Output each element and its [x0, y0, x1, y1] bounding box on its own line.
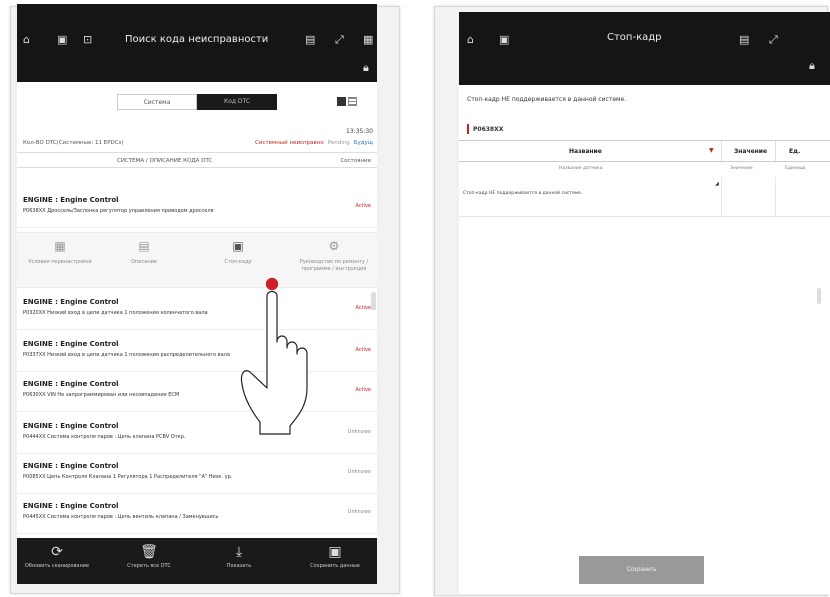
wifi-icon[interactable]: ▤ — [305, 34, 315, 46]
car-icon[interactable]: ⊡ — [83, 34, 92, 46]
dtc-system: ENGINE : Engine Control — [23, 502, 119, 510]
dtc-status: Active — [355, 203, 371, 209]
not-supported-message: Стоп-кадр НЕ поддерживается в данной сис… — [467, 96, 627, 103]
dtc-system: ENGINE : Engine Control — [23, 298, 119, 306]
page-title: Стоп-кадр — [607, 32, 662, 43]
legend-active: Системный неисправно — [255, 140, 324, 146]
dtc-status: Unknown — [347, 429, 371, 435]
vci-icon[interactable]: ▣ — [57, 34, 67, 46]
dtc-section-label: P0638XX — [467, 124, 503, 134]
fullscreen-icon[interactable]: ⤢ — [335, 34, 344, 46]
refresh-icon: ⟳ — [51, 544, 63, 560]
legend-pending: Pending — [327, 140, 350, 146]
column-divider — [721, 141, 722, 161]
bottom-toolbar: ⟳ Обновить сканирование 🗑︎ Стереть все D… — [17, 538, 377, 584]
dtc-row[interactable]: ENGINE : Engine Control P0445XX Система … — [17, 502, 377, 534]
dtc-system: ENGINE : Engine Control — [23, 380, 119, 388]
calendar-icon: ▦ — [54, 239, 66, 253]
vci-icon[interactable]: ▣ — [499, 34, 509, 46]
dtc-system: ENGINE : Engine Control — [23, 422, 119, 430]
gear-icon: ⚙ — [328, 239, 340, 253]
lock-icon[interactable]: 🔒︎ — [363, 62, 369, 74]
wifi-icon[interactable]: ▤ — [739, 34, 749, 46]
column-header-desc: СИСТЕМА / ОПИСАНИЕ КОДА DTC — [117, 158, 213, 164]
column-divider — [775, 141, 776, 161]
document-icon: ▤ — [138, 239, 150, 253]
view-toggle — [337, 97, 357, 106]
grid-header: Название ▼ Значение Ед. — [459, 140, 830, 162]
dtc-description: P0630XX VIN Не запрограммирован или несо… — [23, 392, 180, 398]
legend-future: Будущ — [353, 140, 373, 146]
description-button[interactable]: ▤ Описание — [101, 239, 187, 266]
download-icon: ⤓ — [235, 544, 243, 560]
rescan-button[interactable]: ⟳ Обновить сканирование — [21, 544, 93, 569]
reset-conditions-button[interactable]: ▦ Условия перенастройки — [17, 239, 103, 266]
subheader-name: Название датчика — [559, 166, 603, 171]
mode-tabs: Система Код DTC — [117, 94, 277, 110]
save-data-button[interactable]: ▣ Сохранить данные — [299, 544, 371, 569]
sort-down-icon[interactable]: ▼ — [709, 147, 714, 154]
dtc-status: Active — [355, 305, 371, 311]
show-button[interactable]: ⤓ Показать — [203, 544, 275, 569]
dtc-system: ENGINE : Engine Control — [23, 196, 119, 204]
dtc-description: P0444XX Система контроля паров : Цепь кл… — [23, 434, 186, 440]
freeze-frame-icon: ▣ — [232, 239, 244, 253]
save-icon: ▣ — [328, 544, 342, 560]
dtc-status: Active — [355, 347, 371, 353]
section-code: P0638XX — [473, 125, 504, 133]
dtc-description: P0638XX Дроссель/Заслонка регулятор упра… — [23, 208, 214, 214]
lock-icon[interactable]: 🔒︎ — [809, 60, 815, 72]
header-value[interactable]: Значение — [734, 148, 767, 155]
page-title: Поиск кода неисправности — [125, 34, 269, 45]
header-name[interactable]: Название — [569, 148, 602, 155]
repair-manual-button[interactable]: ⚙ Руководство по ремонту / программе / и… — [291, 239, 377, 273]
status-legend: Системный неисправно Pending Будущ — [255, 140, 373, 146]
dtc-description: P0320XX Низкий вход в цепи датчика 1 пол… — [23, 310, 208, 316]
column-header: СИСТЕМА / ОПИСАНИЕ КОДА DTC Состояние — [17, 152, 377, 168]
save-button[interactable]: Сохранить — [579, 556, 704, 584]
header-unit[interactable]: Ед. — [789, 148, 800, 155]
menu-icon[interactable]: ▦ — [363, 34, 373, 46]
timestamp: 13:35:30 — [346, 128, 373, 135]
expand-icon[interactable]: ◢ — [715, 181, 719, 187]
dtc-status: Active — [355, 387, 371, 393]
system-count: Кол-ВО DTC(Системные: 11 EPDCs) — [23, 140, 124, 146]
top-bar: ⌂ ▣ ⊡ Поиск кода неисправности ▤ ⤢ ▦ 🔒︎ — [17, 4, 377, 82]
dtc-description: P0085XX Цепь Контроля Клапана 1 Регулято… — [23, 474, 233, 480]
freeze-frame-screen: ⌂ ▣ Стоп-кадр ▤ ⤢ 🔒︎ Стоп-кадр НЕ поддер… — [459, 12, 830, 594]
dtc-system: ENGINE : Engine Control — [23, 462, 119, 470]
freeze-frame-button[interactable]: ▣ Стоп-кадр — [195, 239, 281, 266]
subheader-unit: Единица — [785, 166, 806, 171]
list-view-icon[interactable] — [348, 97, 357, 106]
grid-subheader: Название датчика Значение Единица — [459, 164, 830, 174]
column-divider — [721, 177, 722, 216]
accent-bar — [467, 124, 469, 134]
dtc-description: P0337XX Низкий вход в цепи датчика 1 пол… — [23, 352, 230, 358]
fullscreen-icon[interactable]: ⤢ — [769, 34, 778, 46]
column-header-status: Состояние — [340, 158, 371, 164]
dtc-status: Unknown — [347, 469, 371, 475]
scroll-handle[interactable] — [817, 288, 821, 304]
dtc-row[interactable]: ENGINE : Engine Control P0638XX Дроссель… — [17, 196, 377, 228]
home-icon[interactable]: ⌂ — [23, 34, 30, 46]
trash-icon: 🗑︎ — [140, 544, 158, 560]
dtc-row[interactable]: ENGINE : Engine Control P0085XX Цепь Кон… — [17, 462, 377, 494]
grid-view-icon[interactable] — [337, 97, 346, 106]
column-divider — [775, 177, 776, 216]
tab-dtc[interactable]: Код DTC — [197, 94, 277, 110]
home-icon[interactable]: ⌂ — [467, 34, 474, 46]
top-bar: ⌂ ▣ Стоп-кадр ▤ ⤢ 🔒︎ — [459, 12, 830, 85]
subheader-value: Значение — [730, 166, 753, 171]
dtc-system: ENGINE : Engine Control — [23, 340, 119, 348]
erase-dtc-button[interactable]: 🗑︎ Стереть все DTC — [113, 544, 185, 569]
dtc-description: P0445XX Система контроля паров : Цепь ве… — [23, 514, 219, 520]
hand-pointer-icon — [240, 276, 308, 435]
dtc-status: Unknown — [347, 509, 371, 515]
row-message: Стоп-кадр НЕ поддерживается в данной сис… — [463, 191, 583, 196]
tab-system[interactable]: Система — [117, 94, 197, 110]
table-row[interactable]: Стоп-кадр НЕ поддерживается в данной сис… — [459, 177, 830, 217]
